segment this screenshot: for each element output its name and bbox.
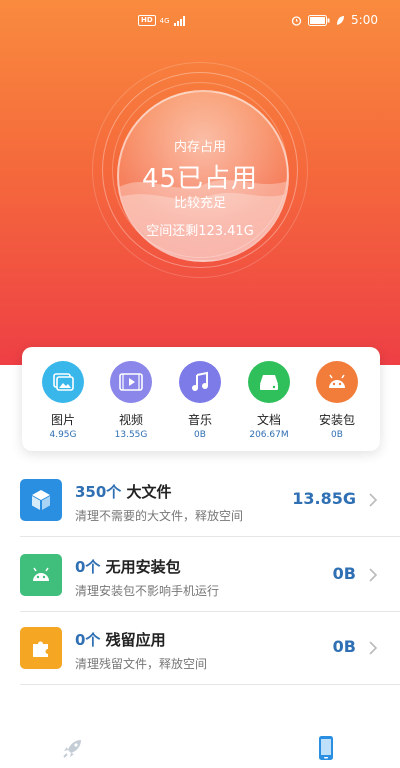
chevron-right-icon	[369, 641, 378, 655]
category-label: 图片	[50, 413, 75, 427]
hd-badge: HD	[138, 15, 156, 26]
item-description: 清理不需要的大文件，释放空间	[75, 509, 244, 523]
video-icon	[110, 361, 152, 403]
item-description: 清理安装包不影响手机运行	[75, 584, 220, 598]
item-description: 清理残留文件，释放空间	[75, 657, 208, 671]
clock: 5:00	[351, 13, 378, 27]
item-name: 残留应用	[105, 631, 166, 649]
phone-icon	[319, 736, 333, 760]
network-type: 4G	[159, 16, 170, 25]
document-icon	[248, 361, 290, 403]
storage-status: 比较充足	[173, 196, 226, 211]
android-icon	[316, 361, 358, 403]
category-label: 视频	[118, 413, 143, 427]
cube-icon	[20, 479, 62, 521]
alarm-icon	[291, 15, 302, 26]
item-title: 0个 残留应用	[75, 629, 166, 650]
category-packages[interactable]: 安装包 0B	[304, 361, 370, 440]
category-label: 文档	[256, 413, 281, 427]
category-size: 0B	[331, 430, 343, 440]
category-music[interactable]: 音乐 0B	[167, 361, 233, 440]
signal-icon	[173, 15, 185, 26]
divider	[20, 611, 400, 612]
item-count: 0个	[75, 631, 101, 649]
category-size: 206.67M	[249, 430, 289, 440]
music-icon	[179, 361, 221, 403]
item-count: 350个	[75, 483, 122, 501]
item-name: 大文件	[126, 483, 172, 501]
category-size: 13.55G	[114, 430, 148, 440]
divider	[20, 684, 400, 685]
storage-hero: HD 4G 5:00 内存占用 45已占用 比较充足 空间还剩123.41G	[0, 0, 400, 365]
divider	[20, 536, 400, 537]
category-card: 图片 4.95G 视频 13.55G 音乐 0B 文档 206.67M 安装包 …	[22, 347, 380, 451]
status-bar: HD 4G 5:00	[0, 0, 400, 40]
rocket-icon	[63, 740, 81, 758]
chevron-right-icon	[369, 568, 378, 582]
list-item-unused-packages[interactable]: 0个 无用安装包 清理安装包不影响手机运行 0B	[0, 540, 400, 612]
item-size: 0B	[332, 564, 356, 583]
nav-phone[interactable]	[311, 733, 341, 763]
list-item-large-files[interactable]: 350个 大文件 清理不需要的大文件，释放空间 13.85G	[0, 465, 400, 537]
item-title: 350个 大文件	[75, 481, 172, 502]
category-label: 安装包	[318, 413, 355, 427]
battery-icon	[308, 14, 330, 26]
category-images[interactable]: 图片 4.95G	[30, 361, 96, 440]
item-count: 0个	[75, 558, 101, 576]
list-item-residual-apps[interactable]: 0个 残留应用 清理残留文件，释放空间 0B	[0, 613, 400, 685]
nav-boost[interactable]	[58, 733, 88, 763]
puzzle-icon	[20, 627, 62, 669]
item-title: 0个 无用安装包	[75, 556, 181, 577]
item-size: 0B	[332, 637, 356, 656]
item-size: 13.85G	[292, 489, 356, 508]
leaf-icon	[337, 15, 345, 25]
storage-title: 内存占用	[173, 140, 226, 155]
signal-group: HD 4G	[138, 15, 185, 26]
category-size: 4.95G	[49, 430, 77, 440]
status-icons: 5:00	[291, 13, 378, 27]
storage-remaining: 空间还剩123.41G	[146, 224, 254, 239]
category-documents[interactable]: 文档 206.67M	[236, 361, 302, 440]
storage-used: 45已占用	[141, 164, 259, 194]
category-videos[interactable]: 视频 13.55G	[98, 361, 164, 440]
image-icon	[42, 361, 84, 403]
category-size: 0B	[194, 430, 206, 440]
chevron-right-icon	[369, 493, 378, 507]
category-label: 音乐	[187, 413, 212, 427]
bottom-nav	[0, 725, 400, 768]
android-icon	[20, 554, 62, 596]
item-name: 无用安装包	[105, 558, 181, 576]
